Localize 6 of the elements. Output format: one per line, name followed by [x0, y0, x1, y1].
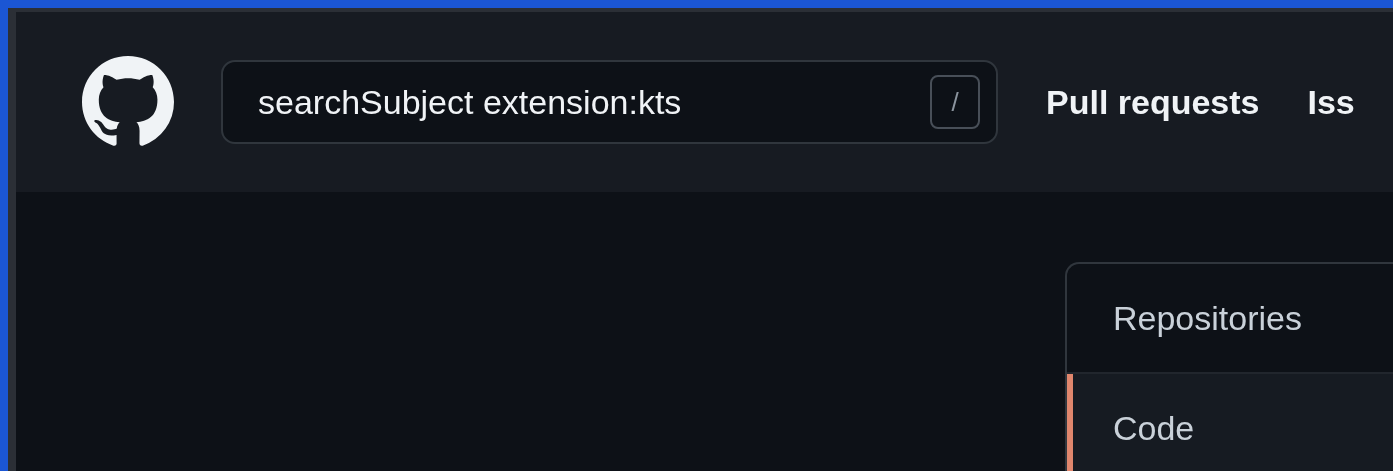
nav-link[interactable]: Iss	[1307, 82, 1355, 122]
shortcut-key: /	[930, 75, 980, 129]
menu-item[interactable]: Code	[1067, 374, 1393, 471]
octocat-logo-icon[interactable]	[82, 56, 174, 148]
nav-link[interactable]: Pull requests	[1046, 82, 1260, 122]
search-field[interactable]: searchSubject extension:kts /	[221, 60, 998, 144]
